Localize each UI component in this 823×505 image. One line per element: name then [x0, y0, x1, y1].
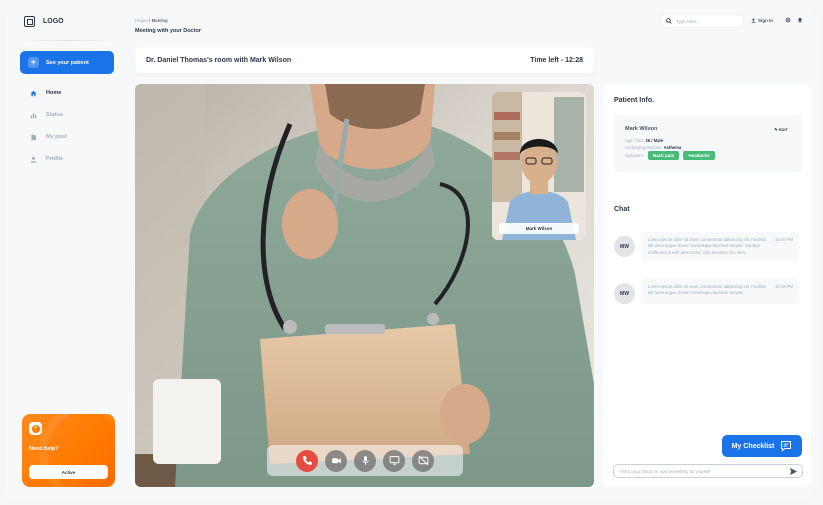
- breadcrumb-root[interactable]: Pages: [135, 18, 148, 23]
- pip-name-label: Mark Wilson: [499, 223, 579, 234]
- help-card: ? Need help? Active: [22, 414, 115, 487]
- age-sex-label: Age / Sex:: [625, 138, 645, 143]
- plus-icon: +: [28, 57, 39, 68]
- bell-icon[interactable]: [797, 17, 803, 23]
- breadcrumb-separator: /: [149, 18, 151, 23]
- chat-message: MW Lorem ipsum dolor sit amet, consectet…: [614, 232, 799, 261]
- chat-message: MW Lorem ipsum dolor sit amet, consectet…: [614, 279, 799, 304]
- symptom-tag: Headache: [683, 151, 715, 160]
- sidebar-item-my-post[interactable]: My post: [20, 126, 114, 148]
- logo-text: LOGO: [43, 18, 64, 25]
- avatar: MW: [614, 236, 635, 257]
- help-title: Need help?: [29, 446, 59, 452]
- symptom-tag: Back pain: [648, 151, 680, 160]
- my-checklist-button[interactable]: My Checklist: [722, 435, 802, 457]
- time-left: Time left - 12:28: [530, 56, 583, 64]
- search-icon: [666, 18, 672, 24]
- sidebar-item-home[interactable]: Home: [20, 82, 114, 104]
- end-call-icon: [302, 456, 312, 465]
- sign-in-label: Sign In: [758, 18, 773, 23]
- document-icon: [31, 134, 36, 140]
- user-icon: [30, 156, 37, 163]
- user-icon: [751, 18, 756, 23]
- screen-share-button[interactable]: [383, 449, 405, 472]
- checklist-label: My Checklist: [731, 442, 775, 450]
- room-title: Dr. Daniel Thomas's room with Mark Wilso…: [146, 56, 292, 64]
- screen-share-icon: [389, 456, 399, 465]
- patient-info-title: Patient Info.: [614, 97, 655, 104]
- chart-icon: [30, 112, 37, 118]
- sidebar-item-label: Status: [46, 112, 63, 118]
- camera-button[interactable]: [325, 449, 347, 472]
- sidebar-item-label: My post: [46, 134, 67, 140]
- sign-in-link[interactable]: Sign In: [751, 18, 773, 23]
- patient-pip-video[interactable]: Mark Wilson: [492, 92, 586, 240]
- patient-symptoms: Symptom: Back pain Headache: [625, 151, 715, 160]
- search-input[interactable]: Type here...: [660, 14, 744, 28]
- sidebar-item-label: Profile: [46, 156, 64, 162]
- help-active-button[interactable]: Active: [29, 465, 108, 479]
- see-patient-button[interactable]: + See your patient: [20, 51, 114, 74]
- symptoms-label: Symptom:: [625, 153, 644, 158]
- edit-label: EDIT: [778, 127, 788, 132]
- patient-age-sex: Age / Sex: 26 / Male: [625, 138, 663, 143]
- home-icon: [30, 90, 37, 96]
- message-text: Lorem ipsum dolor sit amet, consectetur …: [648, 237, 766, 255]
- question-icon: ?: [29, 422, 42, 435]
- camera-off-button[interactable]: [412, 449, 434, 472]
- breadcrumb: Pages / Meeting: [135, 18, 168, 23]
- search-placeholder: Type here...: [676, 18, 700, 24]
- breadcrumb-current: Meeting: [151, 18, 168, 23]
- send-icon[interactable]: [789, 467, 798, 476]
- camera-icon: [331, 458, 341, 464]
- sidebar-item-profile[interactable]: Profile: [20, 148, 114, 170]
- camera-off-icon: [418, 455, 428, 466]
- chat-input[interactable]: Ask to your doctor or note something for…: [613, 464, 803, 478]
- message-text: Lorem ipsum dolor sit amet, consectetur …: [648, 284, 766, 296]
- age-sex-value: 26 / Male: [645, 138, 663, 143]
- microphone-icon: [361, 456, 369, 465]
- sidebar-item-label: Home: [46, 90, 62, 96]
- gear-icon[interactable]: [785, 17, 791, 23]
- end-call-button[interactable]: [296, 449, 318, 472]
- chat-title: Chat: [614, 206, 630, 213]
- message-time: 15:46 PM: [775, 237, 793, 242]
- call-controls: [267, 445, 463, 476]
- disease-label: Underlying Disease:: [625, 145, 663, 150]
- chat-input-placeholder: Ask to your doctor or note something for…: [620, 468, 711, 474]
- sidebar-nav: Home Status My post Profile: [20, 82, 114, 170]
- patient-name: Mark Wilson: [625, 126, 658, 132]
- patient-disease: Underlying Disease: Asthema: [625, 145, 681, 150]
- main-video[interactable]: Mark Wilson: [135, 84, 594, 487]
- room-header: Dr. Daniel Thomas's room with Mark Wilso…: [135, 47, 594, 73]
- sidebar-divider: [22, 40, 114, 41]
- patient-video-feed: [492, 92, 586, 240]
- patient-card: Mark Wilson ✎ EDIT Age / Sex: 26 / Male …: [614, 115, 802, 172]
- side-panel: Patient Info. Mark Wilson ✎ EDIT Age / S…: [603, 84, 811, 487]
- logo-icon: [24, 16, 35, 27]
- message-bubble: Lorem ipsum dolor sit amet, consectetur …: [641, 279, 799, 304]
- checklist-icon: [781, 441, 792, 452]
- message-bubble: Lorem ipsum dolor sit amet, consectetur …: [641, 232, 799, 261]
- logo[interactable]: LOGO: [24, 16, 64, 27]
- see-patient-label: See your patient: [46, 59, 89, 66]
- disease-value: Asthema: [663, 145, 682, 150]
- avatar: MW: [614, 283, 635, 304]
- sidebar-item-status[interactable]: Status: [20, 104, 114, 126]
- page-title: Meeting with your Doctor: [135, 28, 201, 34]
- message-time: 15:48 PM: [775, 284, 793, 289]
- edit-button[interactable]: ✎ EDIT: [774, 127, 788, 132]
- microphone-button[interactable]: [354, 449, 376, 472]
